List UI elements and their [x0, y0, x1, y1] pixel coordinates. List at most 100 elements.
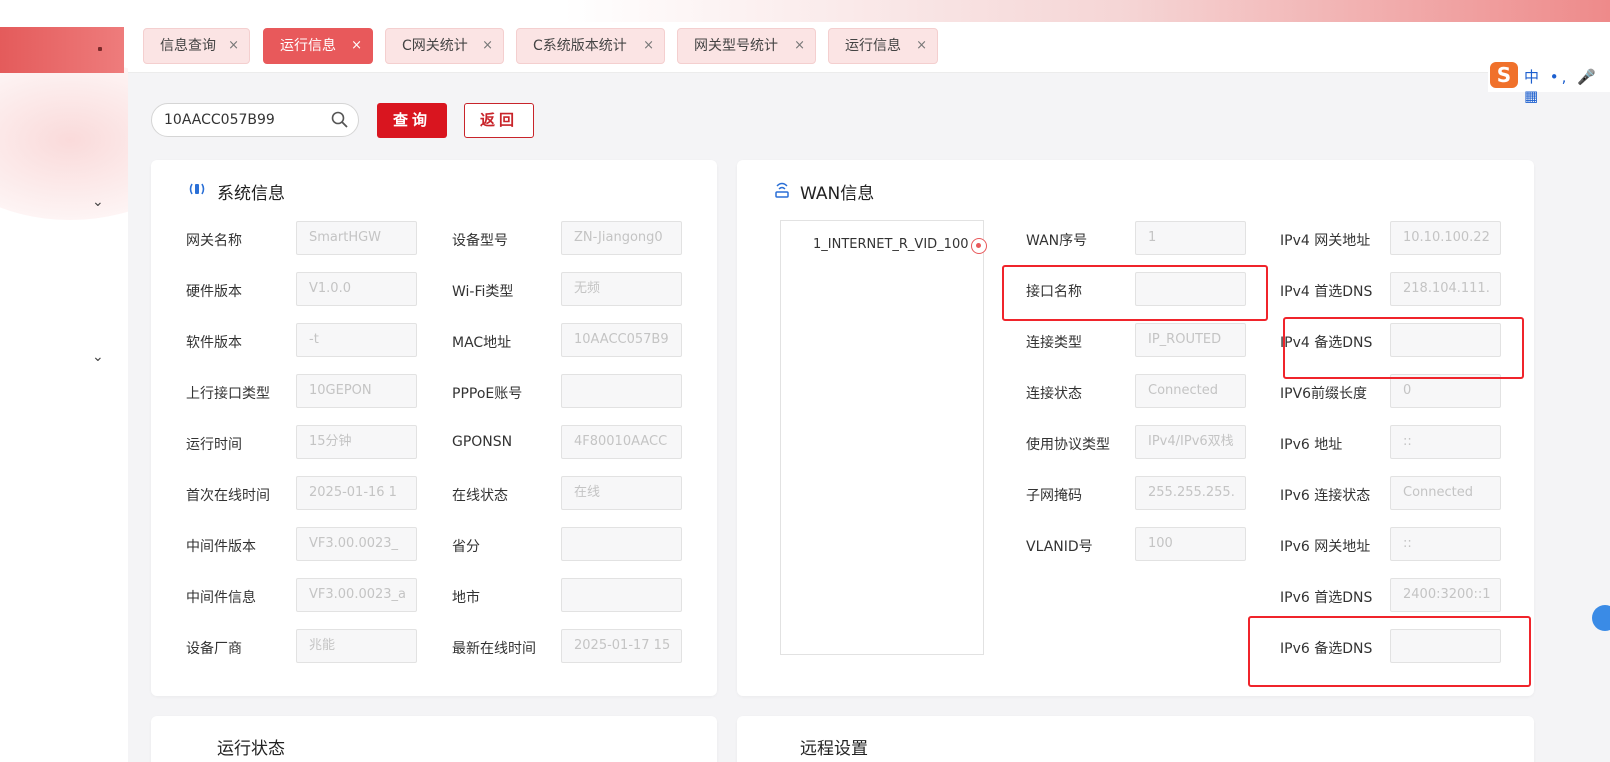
back-button[interactable]: 返回: [464, 103, 534, 138]
tab-label: C网关统计: [402, 38, 468, 54]
field-value[interactable]: [561, 578, 682, 612]
wan-info-title: WAN信息: [800, 184, 875, 204]
field-label: 连接类型: [1026, 335, 1082, 351]
field-label: 硬件版本: [186, 284, 242, 300]
close-icon[interactable]: ×: [643, 29, 654, 63]
tab-info-query[interactable]: 信息查询 ×: [143, 28, 250, 64]
query-button[interactable]: 查询: [377, 103, 447, 138]
search-icon[interactable]: [330, 110, 350, 130]
field-label: 设备厂商: [186, 641, 242, 657]
field-label: 首次在线时间: [186, 488, 270, 504]
field-value[interactable]: 100: [1135, 527, 1246, 561]
field-label: Wi-Fi类型: [452, 284, 514, 300]
chevron-down-icon[interactable]: ⌄: [92, 195, 106, 209]
field-value[interactable]: 2025-01-17 15: [561, 629, 682, 663]
tab-run-info-2[interactable]: 运行信息 ×: [828, 28, 938, 64]
field-value[interactable]: Connected: [1390, 476, 1501, 510]
tab-label: 网关型号统计: [694, 38, 778, 54]
tab-run-info[interactable]: 运行信息 ×: [263, 28, 373, 64]
field-value[interactable]: [561, 527, 682, 561]
field-value[interactable]: 10.10.100.22: [1390, 221, 1501, 255]
tab-c-system-version-stats[interactable]: C系统版本统计 ×: [516, 28, 665, 64]
field-label: IPv4 网关地址: [1280, 233, 1371, 249]
field-label: 运行时间: [186, 437, 242, 453]
wan-selected-radio[interactable]: [971, 238, 987, 254]
field-value[interactable]: SmartHGW: [296, 221, 417, 255]
field-label: VLANID号: [1026, 539, 1093, 555]
field-label: IPv6 连接状态: [1280, 488, 1371, 504]
field-value[interactable]: 218.104.111.: [1390, 272, 1501, 306]
field-value[interactable]: 在线: [561, 476, 682, 510]
wan-list: 1_INTERNET_R_VID_100: [780, 220, 987, 655]
field-value[interactable]: -t: [296, 323, 417, 357]
field-label: 上行接口类型: [186, 386, 270, 402]
field-label: 设备型号: [452, 233, 508, 249]
field-label: 中间件版本: [186, 539, 256, 555]
field-label: IPv6 网关地址: [1280, 539, 1371, 555]
field-label: 最新在线时间: [452, 641, 536, 657]
field-value[interactable]: VF3.00.0023_a: [296, 578, 417, 612]
field-value[interactable]: 0: [1390, 374, 1501, 408]
highlight-box: [1283, 317, 1524, 379]
search-input[interactable]: 10AACC057B99: [151, 103, 359, 137]
field-label: GPONSN: [452, 434, 513, 450]
close-icon[interactable]: ×: [228, 29, 239, 63]
tab-label: 信息查询: [160, 38, 216, 54]
field-label: 在线状态: [452, 488, 508, 504]
field-value[interactable]: 2025-01-16 1: [296, 476, 417, 510]
ime-toolbar[interactable]: S 中 •, 🎤 ▦: [1488, 58, 1610, 105]
tab-label: C系统版本统计: [533, 38, 627, 54]
run-status-title: 运行状态: [217, 739, 285, 759]
field-label: IPv4 首选DNS: [1280, 284, 1373, 300]
field-value[interactable]: 兆能: [296, 629, 417, 663]
field-label: 省分: [452, 539, 480, 555]
sogou-logo-icon: S: [1490, 62, 1518, 88]
chevron-down-icon[interactable]: ⌄: [92, 350, 106, 364]
field-value[interactable]: V1.0.0: [296, 272, 417, 306]
field-value[interactable]: VF3.00.0023_: [296, 527, 417, 561]
close-icon[interactable]: ×: [916, 29, 927, 63]
field-label: 软件版本: [186, 335, 242, 351]
field-label: IPv6 首选DNS: [1280, 590, 1373, 606]
field-label: WAN序号: [1026, 233, 1088, 249]
field-label: 连接状态: [1026, 386, 1082, 402]
sidebar-glow: [0, 60, 128, 220]
field-value[interactable]: 1: [1135, 221, 1246, 255]
tab-c-gateway-stats[interactable]: C网关统计 ×: [385, 28, 504, 64]
tab-label: 运行信息: [845, 38, 901, 54]
field-value[interactable]: 4F80010AACC: [561, 425, 682, 459]
tab-label: 运行信息: [280, 38, 336, 54]
field-value[interactable]: 2400:3200::1: [1390, 578, 1501, 612]
field-label: 地市: [452, 590, 480, 606]
sidebar: ⌄ ⌄: [0, 0, 128, 762]
field-value[interactable]: 10GEPON: [296, 374, 417, 408]
field-value[interactable]: [561, 374, 682, 408]
highlight-box: [1248, 616, 1531, 687]
field-label: 中间件信息: [186, 590, 256, 606]
remote-settings-title: 远程设置: [800, 739, 868, 759]
field-value[interactable]: ::: [1390, 527, 1501, 561]
field-value[interactable]: 255.255.255.: [1135, 476, 1246, 510]
field-value[interactable]: IPv4/IPv6双栈: [1135, 425, 1246, 459]
field-label: PPPoE账号: [452, 386, 523, 402]
field-value[interactable]: Connected: [1135, 374, 1246, 408]
field-value[interactable]: 10AACC057B9: [561, 323, 682, 357]
field-label: 使用协议类型: [1026, 437, 1110, 453]
sidebar-item-active[interactable]: [0, 27, 124, 73]
highlight-box: [1002, 265, 1268, 321]
field-value[interactable]: ::: [1390, 425, 1501, 459]
close-icon[interactable]: ×: [794, 29, 805, 63]
signal-icon: [189, 183, 205, 195]
close-icon[interactable]: ×: [351, 29, 362, 63]
field-value[interactable]: 无频: [561, 272, 682, 306]
field-value[interactable]: ZN-Jiangong0: [561, 221, 682, 255]
floating-help-button[interactable]: [1592, 605, 1610, 631]
field-value[interactable]: 15分钟: [296, 425, 417, 459]
close-icon[interactable]: ×: [482, 29, 493, 63]
tab-gateway-model-stats[interactable]: 网关型号统计 ×: [677, 28, 816, 64]
active-dot-icon: [98, 47, 102, 51]
ime-status-text: 中 •, 🎤 ▦: [1524, 68, 1599, 105]
field-value[interactable]: IP_ROUTED: [1135, 323, 1246, 357]
wan-list-item[interactable]: 1_INTERNET_R_VID_100: [813, 237, 968, 252]
field-label: 网关名称: [186, 233, 242, 249]
